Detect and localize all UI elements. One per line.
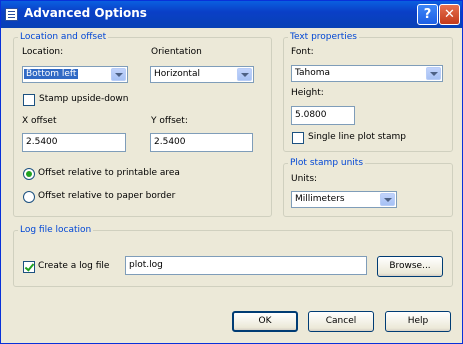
single-line-checkbox[interactable]: [292, 132, 304, 144]
height-label: Height:: [291, 88, 324, 98]
location-label: Location:: [22, 47, 64, 57]
offset-printable-label[interactable]: Offset relative to printable area: [38, 168, 180, 178]
orientation-label: Orientation: [151, 47, 202, 57]
orientation-value: Horizontal: [154, 69, 200, 79]
ok-button[interactable]: OK: [232, 311, 298, 332]
stamp-upside-down-label[interactable]: Stamp upside-down: [39, 94, 129, 104]
help-button[interactable]: Help: [385, 311, 451, 332]
offset-paper-label[interactable]: Offset relative to paper border: [38, 191, 175, 201]
dialog-title: Advanced Options: [24, 6, 147, 20]
x-offset-label: X offset: [22, 116, 57, 126]
log-path-value: plot.log: [129, 260, 163, 270]
location-select[interactable]: Bottom left: [22, 66, 128, 83]
text-properties-legend: Text properties: [290, 32, 357, 42]
offset-printable-radio[interactable]: [23, 168, 35, 180]
height-value: 5.0800: [295, 110, 327, 120]
app-icon: [5, 8, 18, 21]
create-log-label[interactable]: Create a log file: [38, 261, 109, 271]
stamp-upside-down-checkbox[interactable]: [23, 94, 35, 106]
x-offset-input[interactable]: 2.5400: [22, 133, 126, 152]
orientation-select[interactable]: Horizontal: [150, 66, 254, 83]
log-file-legend: Log file location: [20, 225, 92, 235]
help-title-button[interactable]: ?: [417, 4, 438, 25]
chevron-down-icon[interactable]: [237, 68, 252, 81]
font-label: Font:: [291, 47, 314, 57]
y-offset-label: Y offset:: [151, 116, 188, 126]
browse-button[interactable]: Browse...: [377, 256, 443, 277]
close-button[interactable]: ✕: [439, 4, 460, 25]
x-offset-value: 2.5400: [26, 137, 58, 147]
advanced-options-dialog: Advanced Options ? ✕ Location and offset…: [0, 0, 463, 344]
font-select[interactable]: Tahoma: [291, 65, 443, 82]
y-offset-input[interactable]: 2.5400: [150, 133, 253, 152]
location-offset-legend: Location and offset: [20, 32, 107, 42]
chevron-down-icon[interactable]: [111, 68, 126, 81]
create-log-checkbox[interactable]: [23, 261, 35, 273]
plot-units-group: Plot stamp units: [283, 158, 453, 217]
single-line-label[interactable]: Single line plot stamp: [308, 132, 406, 142]
offset-paper-radio[interactable]: [23, 191, 35, 203]
height-input[interactable]: 5.0800: [291, 106, 355, 125]
cancel-button[interactable]: Cancel: [308, 311, 374, 332]
units-label: Units:: [291, 174, 318, 184]
units-value: Millimeters: [295, 194, 345, 204]
plot-units-legend: Plot stamp units: [290, 158, 364, 168]
title-bar[interactable]: Advanced Options ? ✕: [1, 1, 462, 28]
units-select[interactable]: Millimeters: [291, 191, 397, 208]
y-offset-value: 2.5400: [154, 137, 186, 147]
font-value: Tahoma: [295, 68, 331, 78]
chevron-down-icon[interactable]: [426, 67, 441, 80]
log-path-input[interactable]: plot.log: [125, 256, 367, 275]
location-value: Bottom left: [22, 68, 80, 80]
chevron-down-icon[interactable]: [380, 193, 395, 206]
